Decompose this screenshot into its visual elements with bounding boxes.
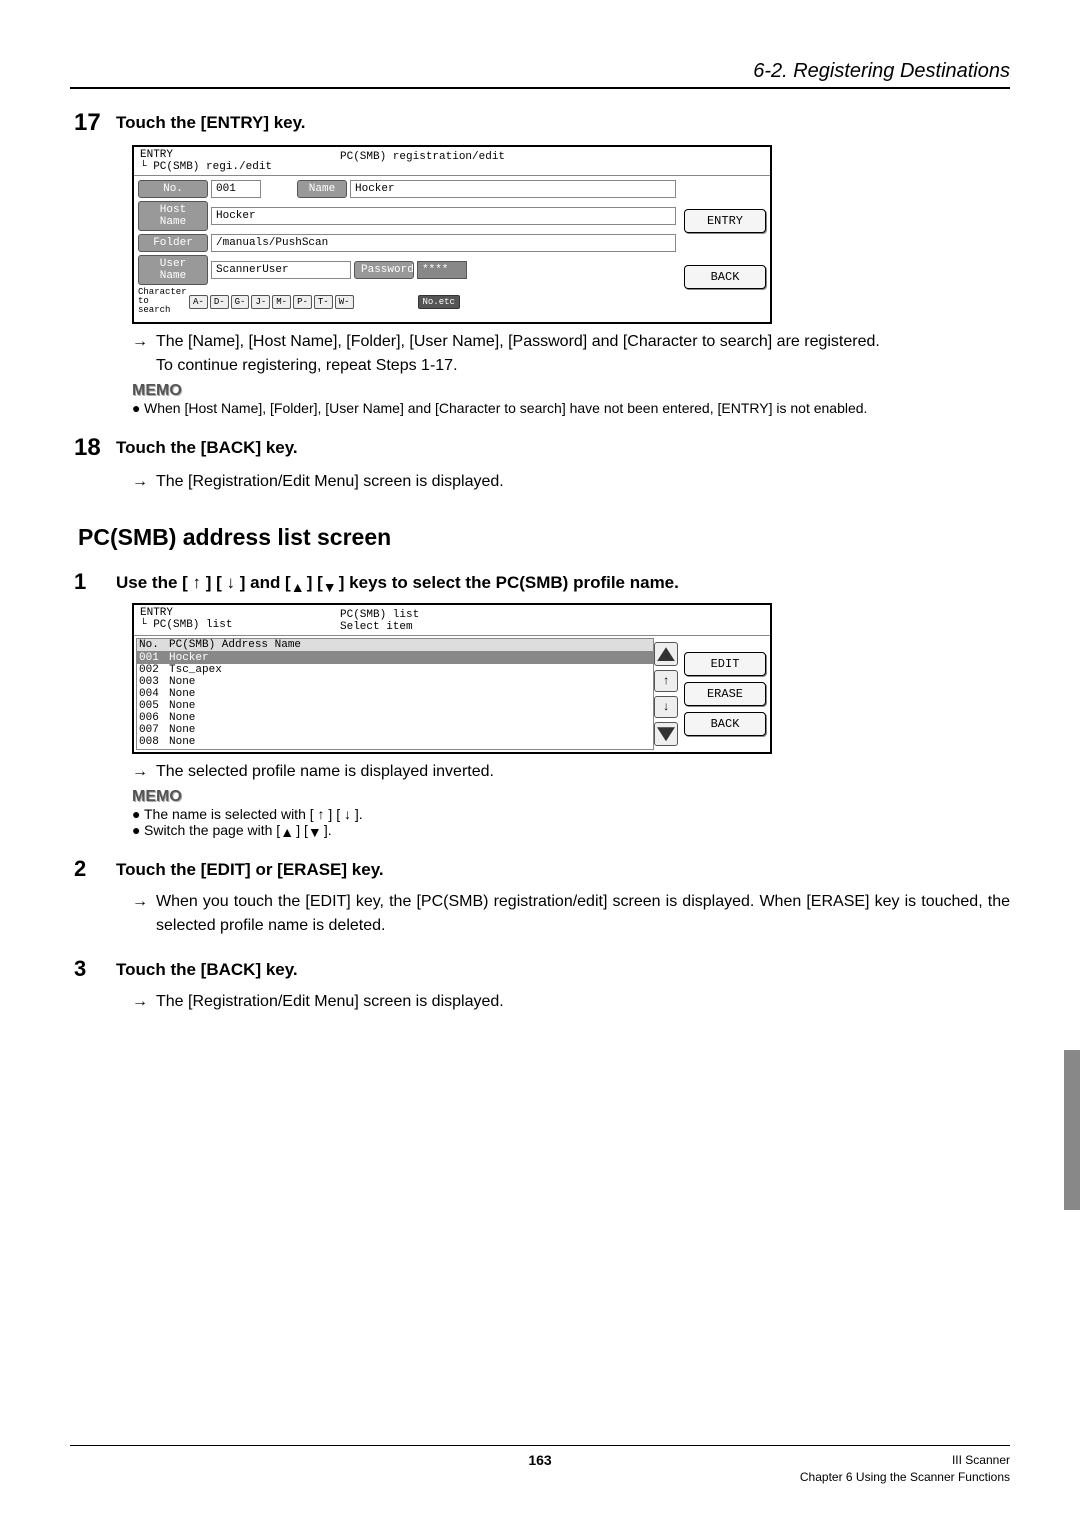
memo-text: ●The name is selected with [ ↑ ] [ ↓ ]. <box>132 806 1010 822</box>
list-item[interactable]: 007None <box>137 724 653 736</box>
field-label-folder: Folder <box>138 234 208 252</box>
field-label-user: User Name <box>138 255 208 285</box>
step-2: 2 Touch the [EDIT] or [ERASE] key. <box>70 856 1010 882</box>
field-label-name: Name <box>297 180 347 198</box>
footer-chapter: Chapter 6 Using the Scanner Functions <box>800 1469 1010 1486</box>
arrow-up-icon <box>280 824 296 838</box>
step-title: Use the [ ↑ ] [ ↓ ] and [] [] keys to se… <box>116 569 679 595</box>
breadcrumb-sub: └ PC(SMB) regi./edit <box>140 161 340 173</box>
step-number: 2 <box>70 856 116 882</box>
step-number: 3 <box>70 956 116 982</box>
field-user[interactable]: ScannerUser <box>211 261 351 279</box>
screen-title: PC(SMB) list Select item <box>340 607 764 633</box>
step-number: 1 <box>70 569 116 595</box>
page-up-icon <box>657 647 675 661</box>
field-name[interactable]: Hocker <box>350 180 676 198</box>
screenshot-registration-edit: ENTRY └ PC(SMB) regi./edit PC(SMB) regis… <box>132 145 772 324</box>
step-1-result: → The selected profile name is displayed… <box>132 760 1010 784</box>
section-heading: PC(SMB) address list screen <box>78 524 1010 551</box>
key-m[interactable]: M- <box>272 295 291 309</box>
step-17-note: To continue registering, repeat Steps 1-… <box>156 354 1010 378</box>
page-header: 6-2. Registering Destinations <box>70 60 1010 89</box>
step-17: 17 Touch the [ENTRY] key. <box>70 109 1010 137</box>
arrow-down-icon <box>323 577 339 591</box>
step-2-result: → When you touch the [EDIT] key, the [PC… <box>132 890 1010 938</box>
list-item[interactable]: 002Tsc_apex <box>137 664 653 676</box>
key-t[interactable]: T- <box>314 295 333 309</box>
field-folder[interactable]: /manuals/PushScan <box>211 234 676 252</box>
field-label-character: Character to search <box>138 288 186 315</box>
step-17-result: → The [Name], [Host Name], [Folder], [Us… <box>132 330 1010 354</box>
step-number: 17 <box>70 109 116 137</box>
key-j[interactable]: J- <box>251 295 270 309</box>
field-label-no: No. <box>138 180 208 198</box>
list-item[interactable]: 006None <box>137 712 653 724</box>
screenshot-address-list: ENTRY └ PC(SMB) list PC(SMB) list Select… <box>132 603 772 754</box>
list-item[interactable]: 008None <box>137 736 653 748</box>
list-item[interactable]: 003None <box>137 676 653 688</box>
step-title: Touch the [BACK] key. <box>116 434 298 462</box>
line-down-button[interactable]: ↓ <box>654 696 678 718</box>
list-item[interactable]: 005None <box>137 700 653 712</box>
page-footer: 163 III Scanner Chapter 6 Using the Scan… <box>70 1445 1010 1486</box>
field-label-host: Host Name <box>138 201 208 231</box>
field-label-password: Password <box>354 261 414 279</box>
arrow-down-icon <box>308 824 324 838</box>
section-title: 6-2. Registering Destinations <box>753 60 1010 82</box>
page-down-button[interactable] <box>654 722 678 746</box>
column-no: No. <box>139 639 169 651</box>
memo-text: ●Switch the page with [] []. <box>132 822 1010 838</box>
key-no-etc[interactable]: No.etc <box>418 295 460 309</box>
page-down-icon <box>657 727 675 741</box>
step-1: 1 Use the [ ↑ ] [ ↓ ] and [] [] keys to … <box>70 569 1010 595</box>
edit-button[interactable]: EDIT <box>684 652 766 676</box>
list-item[interactable]: 001Hocker <box>137 652 653 664</box>
memo-label: MEMO <box>132 382 1010 400</box>
memo-text: ●When [Host Name], [Folder], [User Name]… <box>132 400 1010 416</box>
arrow-up-icon <box>291 577 307 591</box>
entry-button[interactable]: ENTRY <box>684 209 766 233</box>
screen-title: PC(SMB) registration/edit <box>340 149 764 173</box>
breadcrumb-top: ENTRY <box>140 607 340 619</box>
step-title: Touch the [EDIT] or [ERASE] key. <box>116 856 384 882</box>
field-host[interactable]: Hocker <box>211 207 676 225</box>
key-d[interactable]: D- <box>210 295 229 309</box>
back-button[interactable]: BACK <box>684 712 766 736</box>
breadcrumb-sub: └ PC(SMB) list <box>140 619 340 631</box>
step-title: Touch the [BACK] key. <box>116 956 298 982</box>
breadcrumb-top: ENTRY <box>140 149 340 161</box>
page-tab <box>1064 1050 1080 1210</box>
column-name: PC(SMB) Address Name <box>169 639 301 651</box>
step-18-result: → The [Registration/Edit Menu] screen is… <box>132 470 1010 494</box>
list-item[interactable]: 004None <box>137 688 653 700</box>
step-number: 18 <box>70 434 116 462</box>
erase-button[interactable]: ERASE <box>684 682 766 706</box>
key-g[interactable]: G- <box>231 295 250 309</box>
line-up-button[interactable]: ↑ <box>654 670 678 692</box>
field-password[interactable]: **** <box>417 261 467 279</box>
page-up-button[interactable] <box>654 642 678 666</box>
step-18: 18 Touch the [BACK] key. <box>70 434 1010 462</box>
memo-label: MEMO <box>132 788 1010 806</box>
back-button[interactable]: BACK <box>684 265 766 289</box>
field-no[interactable]: 001 <box>211 180 261 198</box>
step-title: Touch the [ENTRY] key. <box>116 109 306 137</box>
key-w[interactable]: W- <box>335 295 354 309</box>
key-a[interactable]: A- <box>189 295 208 309</box>
key-p[interactable]: P- <box>293 295 312 309</box>
step-3-result: → The [Registration/Edit Menu] screen is… <box>132 990 1010 1014</box>
character-keys: A- D- G- J- M- P- T- W- No.etc <box>189 295 460 309</box>
page-number: 163 <box>70 1452 1010 1468</box>
step-3: 3 Touch the [BACK] key. <box>70 956 1010 982</box>
